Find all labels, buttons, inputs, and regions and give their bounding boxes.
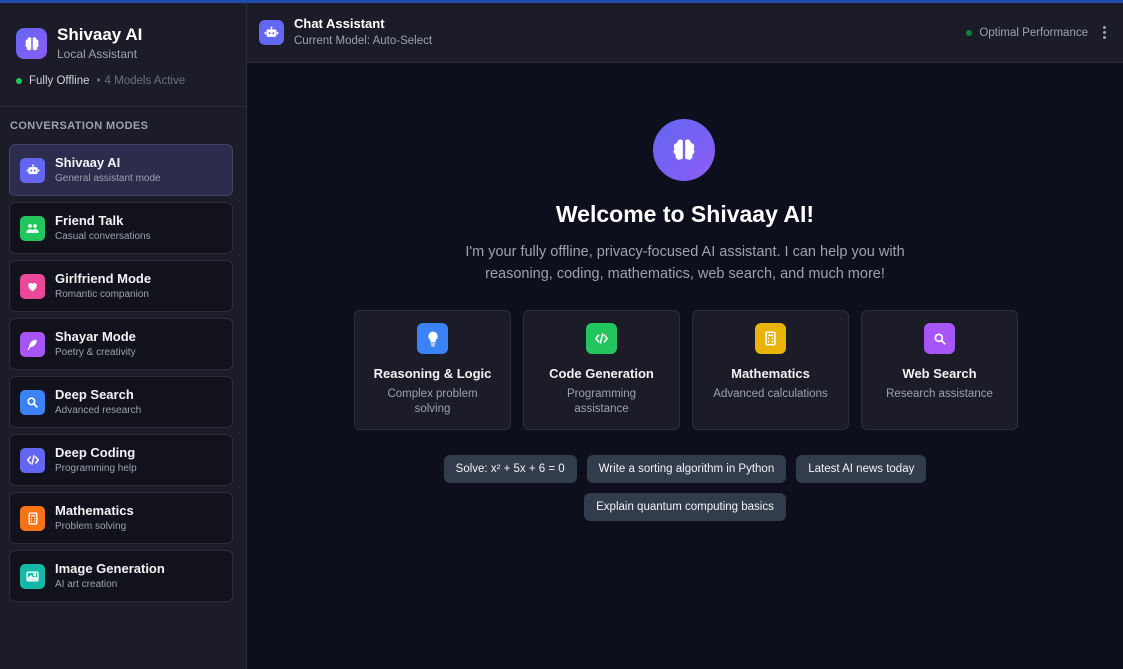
robot-icon xyxy=(20,157,45,183)
chat-header: Chat Assistant Current Model: Auto-Selec… xyxy=(247,3,1123,63)
mode-title: Shayar Mode xyxy=(55,329,136,344)
brain-icon xyxy=(16,28,47,59)
online-status-dot-icon xyxy=(16,78,22,84)
mode-title: Shivaay AI xyxy=(55,155,121,170)
intro-text: I'm your fully offline, privacy-focused … xyxy=(465,244,905,282)
brand-subtitle: Local Assistant xyxy=(57,47,138,61)
feature-description: Research assistance xyxy=(886,388,993,400)
brain-icon xyxy=(653,119,715,181)
feature-cards: Reasoning & Logic Complex problem solvin… xyxy=(354,310,1018,430)
mode-item-girlfriend-mode[interactable]: Girlfriend Mode Romantic companion xyxy=(9,260,233,312)
feature-description: Programming assistance xyxy=(566,388,637,415)
feature-title: Web Search xyxy=(902,366,977,381)
mode-description: General assistant mode xyxy=(55,173,161,184)
feature-description: Complex problem solving xyxy=(387,388,478,415)
mode-item-image-generation[interactable]: Image Generation AI art creation xyxy=(9,550,233,602)
sidebar-divider xyxy=(0,106,246,107)
mode-list: Shivaay AI General assistant mode Friend… xyxy=(9,144,233,608)
calculator-icon xyxy=(20,505,45,531)
performance-status: Optimal Performance xyxy=(979,26,1088,39)
mode-description: Advanced research xyxy=(55,405,142,416)
feature-title: Code Generation xyxy=(549,366,654,381)
suggestion-chip[interactable]: Latest AI news today xyxy=(796,455,927,483)
mode-description: Romantic companion xyxy=(55,289,149,300)
feature-card-reasoning[interactable]: Reasoning & Logic Complex problem solvin… xyxy=(354,310,511,430)
feature-card-code-generation[interactable]: Code Generation Programming assistance xyxy=(523,310,680,430)
sidebar: Shivaay AI Local Assistant Fully Offline… xyxy=(0,3,247,669)
heart-icon xyxy=(20,273,45,299)
feature-title: Mathematics xyxy=(731,366,810,381)
more-options-icon[interactable] xyxy=(1100,24,1109,41)
mode-item-mathematics[interactable]: Mathematics Problem solving xyxy=(9,492,233,544)
mode-description: Programming help xyxy=(55,463,137,474)
mode-item-shivaay-ai[interactable]: Shivaay AI General assistant mode xyxy=(9,144,233,196)
mode-title: Friend Talk xyxy=(55,213,124,228)
suggestion-chip[interactable]: Solve: x² + 5x + 6 = 0 xyxy=(443,455,577,483)
suggestion-chips: Solve: x² + 5x + 6 = 0 Write a sorting a… xyxy=(435,455,935,521)
chat-main: Welcome to Shivaay AI! I'm your fully of… xyxy=(247,63,1123,669)
mode-title: Deep Search xyxy=(55,387,134,402)
code-icon xyxy=(586,323,617,354)
robot-icon xyxy=(259,20,284,45)
feather-icon xyxy=(20,331,45,357)
feature-card-web-search[interactable]: Web Search Research assistance xyxy=(861,310,1018,430)
feature-description: Advanced calculations xyxy=(713,388,828,400)
status-separator: • xyxy=(96,75,101,87)
suggestion-chip[interactable]: Write a sorting algorithm in Python xyxy=(586,455,787,483)
current-model-label: Current Model: Auto-Select xyxy=(294,35,433,47)
mode-description: Problem solving xyxy=(55,521,127,532)
feature-card-mathematics[interactable]: Mathematics Advanced calculations xyxy=(692,310,849,430)
models-active-count: 4 Models Active xyxy=(104,75,186,87)
mode-title: Mathematics xyxy=(55,503,134,518)
users-icon xyxy=(20,215,45,241)
mode-item-deep-coding[interactable]: Deep Coding Programming help xyxy=(9,434,233,486)
performance-status-dot-icon xyxy=(966,29,973,36)
status-row: Fully Offline • 4 Models Active xyxy=(0,62,246,87)
section-label: CONVERSATION MODES xyxy=(10,120,149,132)
code-icon xyxy=(20,447,45,473)
calculator-icon xyxy=(755,323,786,354)
mode-title: Image Generation xyxy=(55,561,165,576)
search-icon xyxy=(924,323,955,354)
image-icon xyxy=(20,563,45,589)
mode-description: AI art creation xyxy=(55,579,118,590)
feature-title: Reasoning & Logic xyxy=(373,366,492,381)
brand: Shivaay AI Local Assistant xyxy=(0,3,246,62)
lightbulb-icon xyxy=(417,323,448,354)
welcome-heading: Welcome to Shivaay AI! xyxy=(555,201,815,227)
mode-item-friend-talk[interactable]: Friend Talk Casual conversations xyxy=(9,202,233,254)
mode-title: Girlfriend Mode xyxy=(55,271,152,286)
chat-title: Chat Assistant xyxy=(294,16,385,31)
mode-title: Deep Coding xyxy=(55,445,136,460)
brand-title: Shivaay AI xyxy=(57,25,143,44)
mode-description: Poetry & creativity xyxy=(55,347,136,358)
mode-description: Casual conversations xyxy=(55,231,151,242)
suggestion-chip[interactable]: Explain quantum computing basics xyxy=(584,493,786,521)
mode-item-shayar-mode[interactable]: Shayar Mode Poetry & creativity xyxy=(9,318,233,370)
mode-item-deep-search[interactable]: Deep Search Advanced research xyxy=(9,376,233,428)
search-icon xyxy=(20,389,45,415)
offline-status-text: Fully Offline xyxy=(29,75,90,87)
